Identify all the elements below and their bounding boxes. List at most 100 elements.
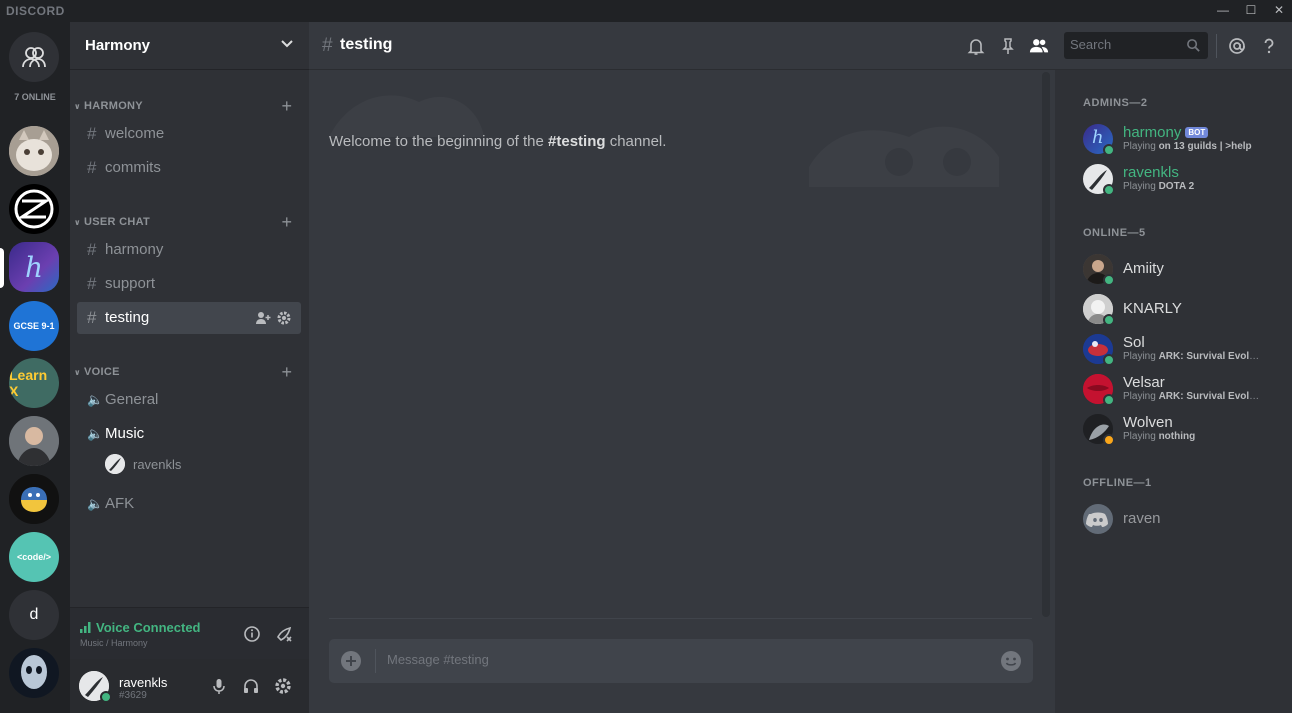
group-header-offline: OFFLINE—1 — [1083, 477, 1152, 489]
friends-icon — [22, 47, 46, 68]
hash-icon: # — [322, 35, 333, 56]
composer-divider — [329, 618, 1032, 619]
category-arrow-icon: ∨ — [74, 102, 81, 111]
maximize-icon[interactable]: ☐ — [1240, 0, 1262, 20]
voice-channel-general[interactable]: 🔈 General — [77, 384, 301, 416]
member-knarly[interactable]: KNARLY — [1083, 292, 1283, 326]
member-list: ADMINS—2 h harmony BOT Playing on 13 guil… — [1055, 70, 1292, 713]
add-channel-icon[interactable]: + — [281, 213, 292, 231]
speaker-icon: 🔈 — [87, 426, 104, 441]
member-activity: Playing ARK: Survival Evolve… — [1123, 391, 1263, 402]
minimize-icon[interactable]: — — [1212, 0, 1234, 20]
hash-icon: # — [87, 308, 97, 327]
search-box[interactable] — [1064, 32, 1208, 59]
composer-separator — [375, 649, 376, 673]
member-harmony[interactable]: h harmony BOT Playing on 13 guilds | >hel… — [1083, 122, 1283, 156]
member-name: Wolven — [1123, 414, 1173, 431]
member-activity: Playing ARK: Survival Evolve… — [1123, 351, 1263, 362]
member-name: ravenkls — [1123, 164, 1179, 181]
app-brand: DISCORD — [6, 4, 65, 18]
channel-title: testing — [340, 36, 393, 53]
status-online-indicator — [1103, 274, 1115, 286]
channel-commits[interactable]: # commits — [77, 152, 301, 184]
username: ravenkls — [119, 675, 168, 690]
voice-connected-label: Voice Connected — [96, 620, 201, 635]
channel-welcome[interactable]: # welcome — [77, 118, 301, 150]
member-wolven[interactable]: Wolven Playing nothing — [1083, 412, 1283, 446]
server-python[interactable] — [9, 474, 59, 524]
member-name: Sol — [1123, 334, 1145, 351]
avatar — [1083, 504, 1113, 534]
member-activity: Playing DOTA 2 — [1123, 181, 1195, 192]
server-alien[interactable] — [9, 648, 59, 698]
member-name: harmony BOT — [1123, 124, 1209, 141]
invite-user-icon[interactable] — [255, 310, 271, 326]
bell-icon[interactable] — [966, 36, 986, 56]
voice-connection-panel: Voice Connected Music / Harmony — [70, 607, 309, 659]
add-channel-icon[interactable]: + — [281, 97, 292, 115]
server-learn-x[interactable]: Learn X — [9, 358, 59, 408]
member-name: raven — [1123, 510, 1161, 527]
server-harmony[interactable]: h — [9, 242, 59, 292]
server-cat[interactable] — [9, 126, 59, 176]
header-divider — [1216, 34, 1217, 58]
hash-icon: # — [87, 274, 97, 293]
member-amiity[interactable]: Amiity — [1083, 252, 1283, 286]
category-arrow-icon: ∨ — [74, 368, 81, 377]
upload-plus-icon[interactable] — [340, 650, 362, 672]
member-sol[interactable]: Sol Playing ARK: Survival Evolve… — [1083, 332, 1283, 366]
server-zerocoin[interactable] — [9, 184, 59, 234]
member-velsar[interactable]: Velsar Playing ARK: Survival Evolve… — [1083, 372, 1283, 406]
group-header-admins: ADMINS—2 — [1083, 97, 1148, 109]
member-activity: Playing on 13 guilds | >help — [1123, 141, 1252, 152]
channel-testing[interactable]: # testing — [77, 302, 301, 334]
mentions-icon[interactable] — [1227, 36, 1247, 56]
disconnect-icon[interactable] — [274, 624, 294, 644]
category-voice[interactable]: ∨ VOICE — [74, 366, 120, 378]
hash-icon: # — [87, 240, 97, 259]
add-channel-icon[interactable]: + — [281, 363, 292, 381]
server-code[interactable]: <code/> — [9, 532, 59, 582]
server-d[interactable]: d — [9, 590, 59, 640]
speaker-icon: 🔈 — [87, 392, 104, 407]
guild-name: Harmony — [85, 37, 151, 54]
selected-server-indicator — [0, 248, 4, 288]
channel-welcome-message: Welcome to the beginning of the #testing… — [329, 133, 667, 150]
help-icon[interactable] — [1259, 36, 1279, 56]
user-discriminator: #3629 — [119, 690, 147, 701]
microphone-icon[interactable] — [209, 676, 229, 696]
chat-scrollbar[interactable] — [1042, 72, 1050, 617]
channel-sidebar: Harmony ∨ HARMONY + # welcome # commits ∨ US… — [70, 22, 309, 713]
category-harmony[interactable]: ∨ HARMONY — [74, 100, 143, 112]
status-idle-indicator — [1103, 434, 1115, 446]
close-icon[interactable]: ✕ — [1268, 0, 1290, 20]
server-list: 7 ONLINE h GCSE 9-1 Learn X <code/> d — [0, 22, 70, 713]
server-person[interactable] — [9, 416, 59, 466]
chat-area: # testing Welcome to the beginning of th… — [309, 22, 1292, 713]
friends-home-button[interactable] — [9, 32, 59, 82]
search-input[interactable] — [1070, 37, 1180, 52]
message-input[interactable] — [387, 652, 967, 667]
speaker-icon: 🔈 — [87, 496, 104, 511]
server-gcse[interactable]: GCSE 9-1 — [9, 301, 59, 351]
guild-header[interactable]: Harmony — [70, 22, 309, 70]
member-name: KNARLY — [1123, 300, 1182, 317]
channel-harmony[interactable]: # harmony — [77, 234, 301, 266]
member-raven[interactable]: raven — [1083, 502, 1283, 536]
category-user-chat[interactable]: ∨ USER CHAT — [74, 216, 150, 228]
headphones-icon[interactable] — [241, 676, 261, 696]
gear-icon[interactable] — [276, 310, 292, 326]
avatar — [105, 454, 125, 474]
title-bar: DISCORD — ☐ ✕ — [0, 0, 1292, 22]
member-ravenkls[interactable]: ravenkls Playing DOTA 2 — [1083, 162, 1283, 196]
channel-support[interactable]: # support — [77, 268, 301, 300]
status-online-indicator — [1103, 354, 1115, 366]
info-icon[interactable] — [242, 624, 262, 644]
voice-channel-afk[interactable]: 🔈 AFK — [77, 488, 301, 520]
user-settings-gear-icon[interactable] — [273, 676, 293, 696]
emoji-icon[interactable] — [1000, 650, 1022, 672]
member-list-icon[interactable] — [1029, 36, 1049, 56]
pin-icon[interactable] — [998, 36, 1018, 56]
voice-channel-music[interactable]: 🔈 Music — [77, 418, 301, 450]
hash-icon: # — [87, 158, 97, 177]
